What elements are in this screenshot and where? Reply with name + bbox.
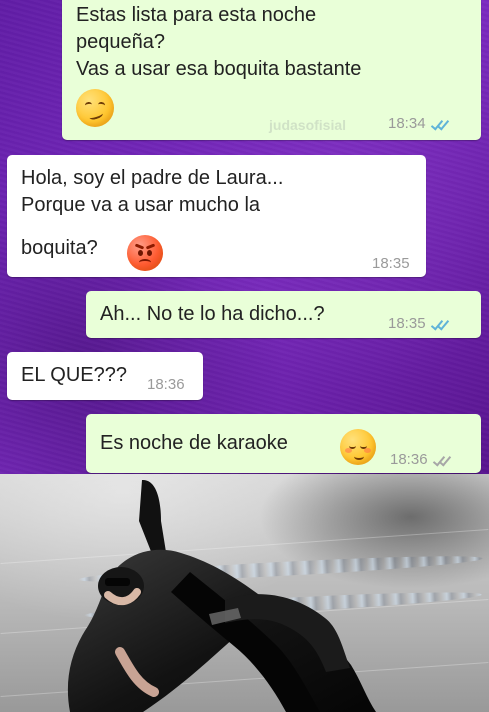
message-timestamp: 18:35 <box>388 315 426 332</box>
message-bubble-received-2[interactable]: EL QUE??? 18:36 <box>7 352 203 400</box>
message-text-line: boquita? <box>21 237 98 259</box>
double-check-read-icon <box>430 317 450 331</box>
matrix-dodge-photo <box>0 474 489 712</box>
message-timestamp: 18:36 <box>390 451 428 468</box>
message-text-line: Estas lista para esta noche <box>76 4 317 26</box>
watermark-text: judasofisial <box>269 117 347 133</box>
chat-screen: Estas lista para esta noche pequeña? Vas… <box>0 0 489 474</box>
raised-arm-shape <box>139 479 166 559</box>
message-timestamp-status: 18:34 <box>388 116 450 131</box>
message-text-line: Vas a usar esa boquita bastante <box>76 58 362 80</box>
message-bubble-sent-2[interactable]: Ah... No te lo ha dicho...? 18:35 <box>86 291 481 338</box>
double-check-delivered-icon <box>432 453 452 467</box>
message-timestamp-status: 18:35 <box>388 316 450 331</box>
message-bubble-received-1[interactable]: Hola, soy el padre de Laura... Porque va… <box>7 155 426 277</box>
message-text-line: Porque va a usar mucho la <box>21 194 261 216</box>
sunglasses-shape <box>105 578 130 586</box>
message-bubble-sent-1[interactable]: Estas lista para esta noche pequeña? Vas… <box>62 0 481 140</box>
angry-face-icon <box>127 235 163 271</box>
message-timestamp: 18:34 <box>388 115 426 132</box>
matrix-figure-icon <box>67 479 377 712</box>
message-bubble-sent-3[interactable]: Es noche de karaoke 18:36 <box>86 414 481 473</box>
smirking-face-icon <box>76 89 114 127</box>
message-text-line: Hola, soy el padre de Laura... <box>21 167 284 189</box>
message-timestamp: 18:36 <box>147 376 185 393</box>
message-timestamp-status: 18:36 <box>390 452 452 467</box>
message-text-line: pequeña? <box>76 31 165 53</box>
smiling-blushing-face-icon <box>340 429 376 465</box>
double-check-read-icon <box>430 117 450 131</box>
message-timestamp: 18:35 <box>372 255 410 272</box>
